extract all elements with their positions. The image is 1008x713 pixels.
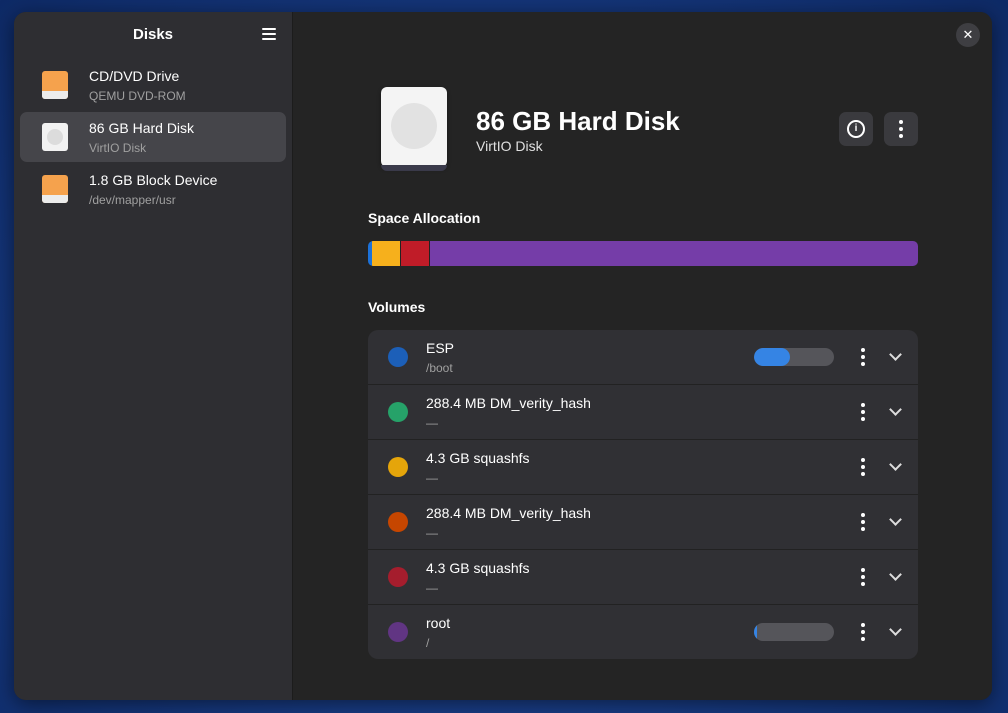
space-allocation-label: Space Allocation	[368, 210, 481, 226]
disk-list: CD/DVD Drive QEMU DVD-ROM 86 GB Hard Dis…	[14, 56, 292, 220]
volume-color-dot	[388, 512, 408, 532]
hard-disk-icon	[42, 123, 68, 151]
sidebar-item-label: 1.8 GB Block Device	[89, 172, 218, 188]
disk-info-button[interactable]: i	[839, 112, 873, 146]
volume-menu-button[interactable]	[858, 511, 868, 533]
usage-fill	[754, 623, 757, 641]
volume-row[interactable]: 288.4 MB DM_verity_hash —	[368, 385, 918, 440]
hamburger-menu-icon[interactable]	[260, 25, 278, 43]
chevron-down-icon[interactable]	[888, 346, 904, 366]
volume-menu-button[interactable]	[858, 566, 868, 588]
volume-menu-button[interactable]	[858, 621, 868, 643]
chevron-down-icon[interactable]	[888, 456, 904, 476]
volume-color-dot	[388, 402, 408, 422]
sidebar-item-hard-disk[interactable]: 86 GB Hard Disk VirtIO Disk	[20, 112, 286, 162]
sidebar-header: Disks	[14, 12, 292, 56]
sidebar-item-sublabel: VirtIO Disk	[89, 141, 147, 155]
volume-color-dot	[388, 622, 408, 642]
main-content: ✕ 86 GB Hard Disk VirtIO Disk i Space Al…	[293, 12, 992, 700]
volume-menu-button[interactable]	[858, 401, 868, 423]
volumes-list: ESP /boot 288.4 MB DM_verity_hash — 4.3 …	[368, 330, 918, 659]
volume-mountpoint: /	[426, 636, 430, 650]
volume-color-dot	[388, 347, 408, 367]
volumes-label: Volumes	[368, 299, 426, 315]
block-device-icon	[42, 175, 68, 203]
allocation-segment-root[interactable]	[430, 241, 918, 266]
volume-name: ESP	[426, 340, 455, 356]
usage-fill	[754, 348, 790, 366]
volume-menu-button[interactable]	[858, 346, 868, 368]
sidebar-item-sublabel: QEMU DVD-ROM	[89, 89, 186, 103]
sidebar: Disks CD/DVD Drive QEMU DVD-ROM 86 GB Ha…	[14, 12, 293, 700]
volume-row[interactable]: root /	[368, 605, 918, 659]
volume-name: 4.3 GB squashfs	[426, 560, 530, 576]
volume-mountpoint: —	[426, 416, 438, 430]
volume-usage-bar	[754, 623, 834, 641]
chevron-down-icon[interactable]	[888, 621, 904, 641]
close-button[interactable]: ✕	[956, 23, 980, 47]
volume-row[interactable]: ESP /boot	[368, 330, 918, 385]
disk-menu-button[interactable]	[884, 112, 918, 146]
volume-mountpoint: /boot	[426, 361, 453, 375]
sidebar-item-label: 86 GB Hard Disk	[89, 120, 195, 136]
disks-window: Disks CD/DVD Drive QEMU DVD-ROM 86 GB Ha…	[14, 12, 992, 700]
disk-title: 86 GB Hard Disk	[476, 106, 680, 136]
volume-name: 288.4 MB DM_verity_hash	[426, 505, 591, 521]
info-icon: i	[847, 120, 865, 138]
volume-color-dot	[388, 457, 408, 477]
volume-name: 4.3 GB squashfs	[426, 450, 530, 466]
sidebar-item-sublabel: /dev/mapper/usr	[89, 193, 176, 207]
volume-usage-bar	[754, 348, 834, 366]
allocation-segment-squashfs-2[interactable]	[401, 241, 430, 266]
volume-menu-button[interactable]	[858, 456, 868, 478]
sidebar-item-block-device[interactable]: 1.8 GB Block Device /dev/mapper/usr	[20, 164, 286, 214]
sidebar-item-label: CD/DVD Drive	[89, 68, 180, 84]
volume-color-dot	[388, 567, 408, 587]
space-allocation-bar	[368, 241, 918, 266]
volume-row[interactable]: 288.4 MB DM_verity_hash —	[368, 495, 918, 550]
volume-row[interactable]: 4.3 GB squashfs —	[368, 550, 918, 605]
volume-mountpoint: —	[426, 471, 438, 485]
volume-row[interactable]: 4.3 GB squashfs —	[368, 440, 918, 495]
chevron-down-icon[interactable]	[888, 566, 904, 586]
app-title: Disks	[132, 26, 174, 43]
sidebar-item-cd-dvd-drive[interactable]: CD/DVD Drive QEMU DVD-ROM	[20, 60, 286, 110]
volume-name: 288.4 MB DM_verity_hash	[426, 395, 591, 411]
optical-drive-icon	[42, 71, 68, 99]
volume-name: root	[426, 615, 451, 631]
volume-mountpoint: —	[426, 526, 438, 540]
hard-disk-large-icon	[381, 87, 447, 171]
chevron-down-icon[interactable]	[888, 511, 904, 531]
chevron-down-icon[interactable]	[888, 401, 904, 421]
volume-mountpoint: —	[426, 581, 438, 595]
disk-subtitle: VirtIO Disk	[476, 138, 543, 154]
allocation-segment-squashfs-1[interactable]	[372, 241, 401, 266]
